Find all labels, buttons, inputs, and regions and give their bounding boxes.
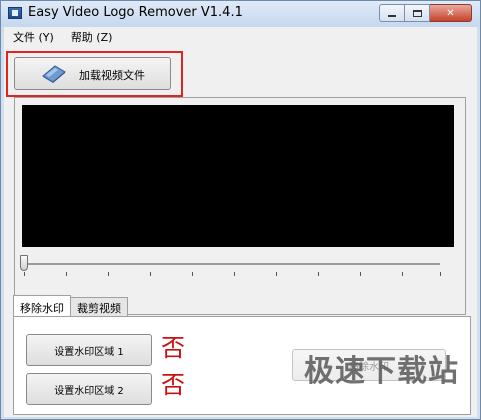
minimize-button[interactable] <box>379 4 405 22</box>
load-video-label: 加载视频文件 <box>79 69 145 82</box>
slider-tick <box>66 272 67 276</box>
app-icon <box>8 7 22 19</box>
slider-track <box>20 263 440 265</box>
window-controls: ✕ <box>379 4 472 22</box>
slider-tick <box>234 272 235 276</box>
region-1-status: 否 <box>161 334 185 362</box>
slider-tick <box>402 272 403 276</box>
slider-tick <box>108 272 109 276</box>
close-button[interactable]: ✕ <box>430 4 472 22</box>
menu-file[interactable]: 文件 (Y) <box>4 27 62 45</box>
slider-tick <box>24 272 25 276</box>
set-region-1-button[interactable]: 设置水印区域 1 <box>26 334 152 366</box>
video-screen <box>22 105 454 247</box>
video-preview-frame <box>14 97 466 315</box>
menu-bar: 文件 (Y) 帮助 (Z) <box>4 27 477 45</box>
app-window: Easy Video Logo Remover V1.4.1 ✕ 文件 (Y) … <box>0 0 481 420</box>
title-bar[interactable]: Easy Video Logo Remover V1.4.1 ✕ <box>1 1 480 27</box>
tab-crop-video[interactable]: 裁剪视频 <box>70 297 128 316</box>
slider-tick <box>150 272 151 276</box>
window-title: Easy Video Logo Remover V1.4.1 <box>28 5 243 20</box>
slider-tick <box>318 272 319 276</box>
set-region-2-button[interactable]: 设置水印区域 2 <box>26 373 152 405</box>
menu-help[interactable]: 帮助 (Z) <box>62 27 121 45</box>
load-video-button[interactable]: 加载视频文件 <box>14 57 171 90</box>
minimize-icon <box>388 14 396 17</box>
region-2-status: 否 <box>161 371 185 399</box>
slider-thumb[interactable] <box>20 255 28 271</box>
tab-strip: 移除水印 裁剪视频 <box>13 295 128 317</box>
timeline-slider[interactable] <box>20 253 448 277</box>
slider-tick <box>192 272 193 276</box>
maximize-icon <box>412 9 422 17</box>
site-watermark: 极速下载站 <box>304 354 459 389</box>
eraser-icon <box>42 65 66 83</box>
maximize-button[interactable] <box>405 4 430 22</box>
slider-tick <box>276 272 277 276</box>
slider-tick <box>440 272 441 276</box>
tab-remove-watermark[interactable]: 移除水印 <box>13 295 71 316</box>
close-icon: ✕ <box>446 7 455 19</box>
slider-tick <box>360 272 361 276</box>
